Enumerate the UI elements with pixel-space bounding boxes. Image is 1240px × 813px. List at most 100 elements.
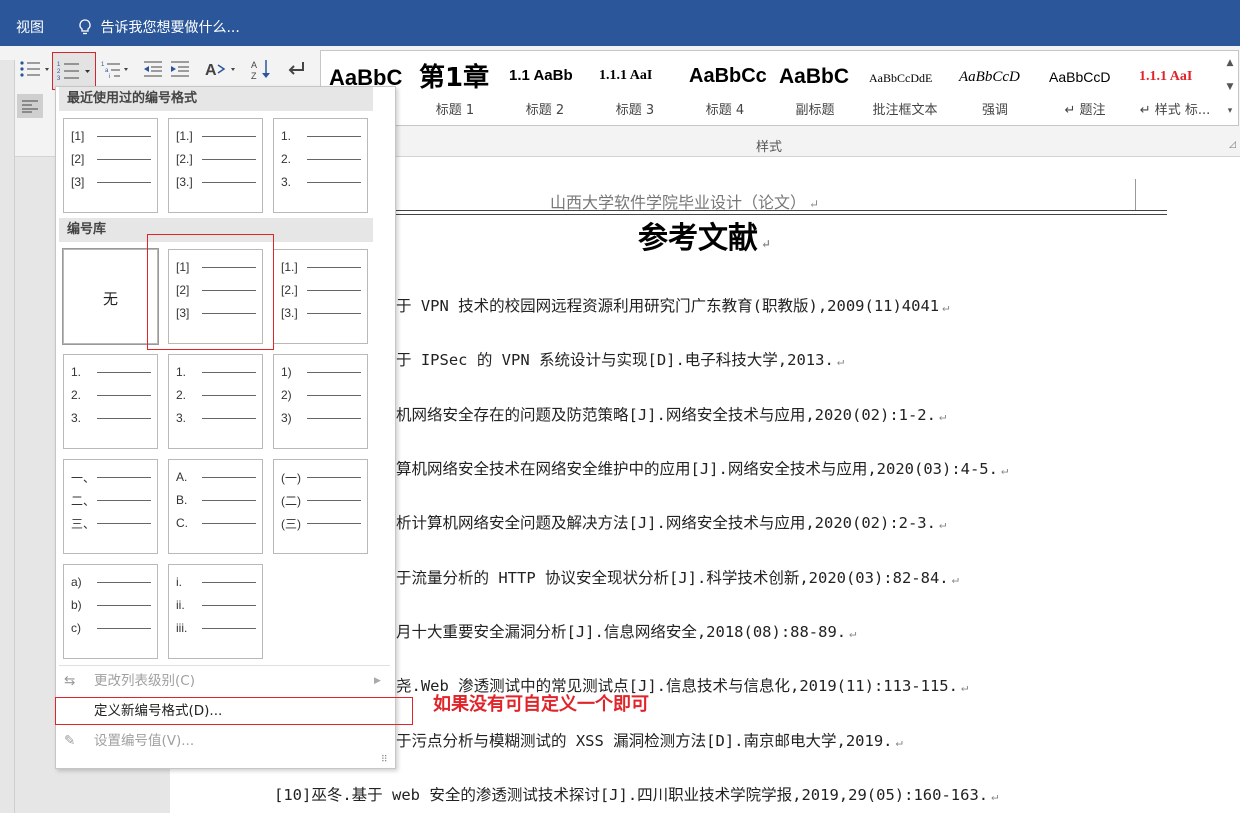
- recent-format-3[interactable]: 1. 2. 3.: [273, 118, 368, 213]
- gallery-down-icon[interactable]: ▼: [1222, 75, 1238, 99]
- submenu-arrow-icon: ▶: [374, 676, 381, 686]
- paragraph-mark-icon: ↵: [942, 300, 950, 314]
- format-marker: [2.]: [281, 283, 298, 297]
- highlight-define-new-format: [55, 697, 413, 725]
- format-marker: 2.: [71, 388, 82, 402]
- library-format-number-dot[interactable]: 1. 2. 3.: [63, 354, 158, 449]
- paragraph-mark-icon: ↵: [849, 626, 857, 640]
- style-heading-4[interactable]: AaBbCc 标题 4: [681, 51, 769, 123]
- library-format-chinese-paren[interactable]: (一) (二) (三): [273, 459, 368, 554]
- paragraph-mark-icon: ↵: [991, 789, 999, 803]
- decrease-indent-button[interactable]: [140, 56, 166, 82]
- style-name: 标题 2: [525, 103, 565, 118]
- library-format-chinese[interactable]: 一、 二、 三、: [63, 459, 158, 554]
- format-marker: [1.]: [176, 129, 193, 143]
- style-heading-3[interactable]: 1.1.1 AaI 标题 3: [591, 51, 679, 123]
- show-marks-button[interactable]: [283, 56, 309, 82]
- menu-separator: [59, 665, 390, 666]
- reference-item: 算机网络安全技术在网络安全维护中的应用[J].网络安全技术与应用,2020(03…: [396, 457, 1008, 479]
- document-title: 参考文献 ↵: [638, 213, 771, 257]
- recent-format-2[interactable]: [1.] [2.] [3.]: [168, 118, 263, 213]
- style-name: 副标题: [795, 103, 835, 118]
- paragraph-mark-icon: ↵: [1000, 463, 1009, 477]
- style-name: ↵ 题注: [1064, 103, 1106, 118]
- lightbulb-icon: [79, 19, 91, 35]
- style-emphasis[interactable]: AaBbCcD 强调: [951, 51, 1039, 123]
- paragraph-mark-icon: ↵: [895, 735, 903, 749]
- multilevel-list-button[interactable]: 1ai: [99, 56, 131, 82]
- style-subtitle[interactable]: AaBbC 副标题: [771, 51, 859, 123]
- gallery-up-icon[interactable]: ▲: [1222, 51, 1238, 75]
- paragraph-mark-icon: ↵: [960, 680, 969, 694]
- library-format-number-paren[interactable]: 1) 2) 3): [273, 354, 368, 449]
- svg-text:2: 2: [57, 69, 61, 75]
- increase-indent-icon: [171, 61, 189, 77]
- library-format-bracket-dot[interactable]: [1.] [2.] [3.]: [273, 249, 368, 344]
- paragraph-mark-icon: ↵: [809, 197, 820, 211]
- format-marker: (一): [281, 470, 301, 485]
- recent-format-1[interactable]: [1] [2] [3]: [63, 118, 158, 213]
- increase-indent-button[interactable]: [167, 56, 193, 82]
- format-marker: 2.: [281, 152, 292, 166]
- set-numbering-value-item[interactable]: ✎ 设置编号值(V)...: [56, 727, 393, 755]
- svg-text:1: 1: [57, 62, 61, 68]
- style-heading-2[interactable]: 1.1 AaBb 标题 2: [501, 51, 589, 123]
- reference-item: 于污点分析与模糊测试的 XSS 漏洞检测方法[D].南京邮电大学,2019. ↵: [396, 729, 903, 751]
- svg-text:A: A: [205, 62, 217, 79]
- title-bar: 视图 告诉我您想要做什么...: [0, 0, 1240, 46]
- format-marker: (三): [281, 516, 301, 531]
- format-marker: 2.: [176, 388, 187, 402]
- reference-item: [10]巫冬.基于 web 安全的渗透测试技术探讨[J].四川职业技术学院学报,…: [274, 783, 998, 805]
- style-name: 批注框文本: [872, 103, 938, 118]
- library-format-upper-alpha[interactable]: A. B. C.: [168, 459, 263, 554]
- gallery-more-icon[interactable]: ▾: [1222, 99, 1238, 123]
- align-left-button[interactable]: [17, 94, 43, 118]
- style-balloon-text[interactable]: AaBbCcDdE 批注框文本: [861, 51, 949, 123]
- format-marker: [1.]: [281, 260, 298, 274]
- format-marker: [3.]: [176, 175, 193, 189]
- style-preview: AaBbC: [779, 65, 850, 88]
- decrease-indent-icon: [144, 61, 162, 77]
- format-marker: [2.]: [176, 152, 193, 166]
- style-heading-1[interactable]: 第1章 标题 1: [411, 51, 499, 123]
- library-format-number-dot-alt[interactable]: 1. 2. 3.: [168, 354, 263, 449]
- style-name: 标题 4: [705, 103, 745, 118]
- format-marker: 一、: [71, 470, 96, 485]
- numbering-button[interactable]: 123: [52, 52, 96, 90]
- style-caption[interactable]: AaBbCcD ↵ 题注: [1041, 51, 1129, 123]
- library-format-lower-roman[interactable]: i. ii. iii.: [168, 564, 263, 659]
- list-level-icon: ⇆: [64, 673, 76, 689]
- sort-icon: AZ: [251, 60, 270, 80]
- reference-text: 算机网络安全技术在网络安全维护中的应用[J].网络安全技术与应用,2020(03…: [396, 460, 998, 478]
- chinese-layout-button[interactable]: A: [203, 56, 239, 82]
- set-numbering-value-label: 设置编号值(V)...: [94, 733, 195, 749]
- paragraph-mark-icon: [288, 62, 304, 75]
- change-list-level-label: 更改列表级别(C): [94, 673, 195, 689]
- sort-button[interactable]: AZ: [248, 56, 274, 82]
- tab-view[interactable]: 视图: [16, 17, 44, 37]
- numbering-icon: 123: [57, 62, 90, 82]
- tell-me-search[interactable]: 告诉我您想要做什么...: [78, 17, 240, 37]
- paragraph-mark-icon: ↵: [761, 237, 772, 251]
- style-name: ↵ 样式 标...: [1139, 103, 1211, 118]
- library-format-lower-alpha[interactable]: a) b) c): [63, 564, 158, 659]
- resize-grip-icon[interactable]: ⠿: [381, 755, 388, 765]
- format-marker: 3.: [281, 175, 292, 189]
- style-custom[interactable]: 1.1.1 AaI ↵ 样式 标...: [1131, 51, 1223, 123]
- change-list-level-item[interactable]: ⇆ 更改列表级别(C) ▶: [56, 667, 393, 695]
- reference-text: 于 IPSec 的 VPN 系统设计与实现[D].电子科技大学,2013.: [396, 351, 834, 369]
- format-marker: iii.: [176, 621, 188, 635]
- reference-item: 月十大重要安全漏洞分析[J].信息网络安全,2018(08):88-89. ↵: [396, 620, 856, 642]
- header-margin-mark: [1135, 179, 1136, 211]
- styles-gallery: AaBbC 第1章 标题 1 1.1 AaBb 标题 2 1.1.1 AaI 标…: [320, 50, 1226, 126]
- dialog-launcher-icon[interactable]: ◿: [1229, 140, 1236, 150]
- format-marker: c): [71, 621, 81, 635]
- format-none[interactable]: 无: [62, 248, 159, 345]
- style-preview: AaBbCc: [689, 65, 767, 87]
- tell-me-label: 告诉我您想要做什么...: [100, 20, 240, 36]
- format-marker: (二): [281, 493, 301, 508]
- format-marker: 3.: [176, 411, 187, 425]
- format-none-label: 无: [102, 290, 118, 308]
- numbering-dropdown: 最近使用过的编号格式 [1] [2] [3] [1.] [2.] [3.] 1.…: [55, 86, 396, 769]
- bullets-button[interactable]: [14, 56, 52, 82]
